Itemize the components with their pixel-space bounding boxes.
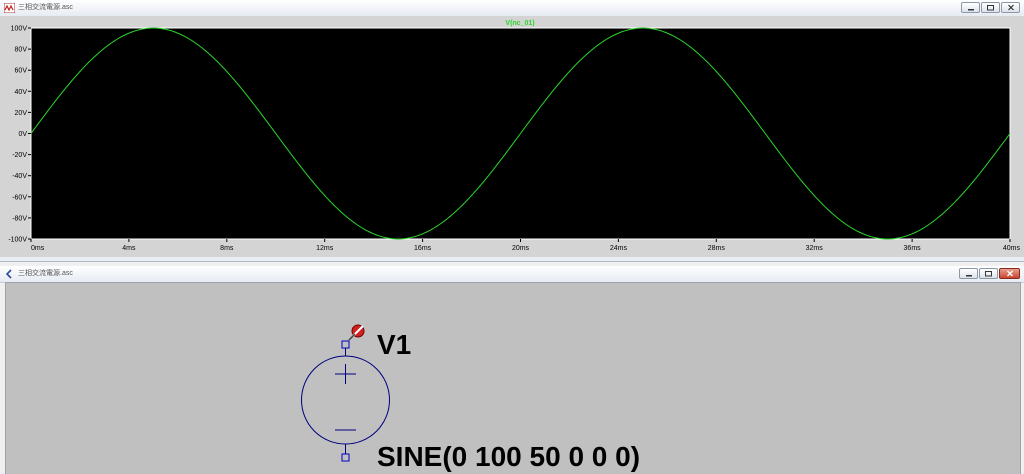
component-name-label[interactable]: V1 bbox=[377, 329, 411, 361]
top-terminal[interactable] bbox=[341, 340, 350, 349]
restore-icon bbox=[985, 271, 992, 277]
close-button[interactable] bbox=[1001, 2, 1020, 13]
y-tick-label: -20V bbox=[12, 152, 27, 159]
x-tick-label: 12ms bbox=[316, 245, 334, 252]
y-tick-label: 60V bbox=[15, 68, 28, 75]
y-tick-label: -40V bbox=[12, 173, 27, 180]
plot-window: 三相交流電源.asc V(nc_01) 100V 80V 60V 40V 20V 0V -2… bbox=[0, 0, 1024, 257]
y-tick-label: 20V bbox=[15, 110, 28, 117]
x-tick-label: 36ms bbox=[904, 245, 922, 252]
x-tick-label: 16ms bbox=[414, 245, 432, 252]
close-icon bbox=[1007, 4, 1014, 11]
y-tick-label: 100V bbox=[11, 26, 28, 33]
x-tick-label: 20ms bbox=[512, 245, 530, 252]
minimize-icon bbox=[965, 274, 972, 276]
close-icon bbox=[1006, 270, 1013, 277]
restore-button[interactable] bbox=[981, 2, 1000, 13]
schematic-restore-button[interactable] bbox=[979, 268, 998, 279]
schematic-minimize-button[interactable] bbox=[959, 268, 978, 279]
waveform-chart[interactable]: V(nc_01) 100V 80V 60V 40V 20V 0V -20V -40V -60V -… bbox=[0, 16, 1024, 257]
y-tick-label: 80V bbox=[15, 47, 28, 54]
y-tick-label: 0V bbox=[18, 131, 27, 138]
y-tick-label: -100V bbox=[8, 237, 27, 244]
probe-cursor-icon bbox=[348, 324, 365, 341]
schematic-canvas[interactable]: V1 SINE(0 100 50 0 0 0) bbox=[5, 282, 1021, 474]
y-tick-label: -60V bbox=[12, 194, 27, 201]
x-tick-label: 8ms bbox=[220, 245, 234, 252]
minimize-icon bbox=[967, 8, 974, 10]
plus-symbol bbox=[335, 364, 356, 384]
waveform-app-icon bbox=[4, 3, 15, 13]
schematic-window: 三相交流電源.asc V1 SINE(0 100 50 0 0 0) bbox=[0, 261, 1024, 474]
plot-window-title: 三相交流電源.asc bbox=[18, 4, 73, 11]
x-tick-label: 28ms bbox=[708, 245, 726, 252]
plot-area[interactable]: V(nc_01) 100V 80V 60V 40V 20V 0V -20V -40V -60V -… bbox=[0, 16, 1024, 257]
y-tick-label: -80V bbox=[12, 215, 27, 222]
x-tick-label: 24ms bbox=[610, 245, 628, 252]
bottom-terminal[interactable] bbox=[341, 453, 350, 462]
x-tick-label: 4ms bbox=[122, 245, 136, 252]
schematic-window-title: 三相交流電源.asc bbox=[18, 270, 73, 277]
trace-label[interactable]: V(nc_01) bbox=[505, 20, 534, 27]
restore-icon bbox=[987, 5, 994, 11]
minimize-button[interactable] bbox=[961, 2, 980, 13]
schematic-window-titlebar[interactable]: 三相交流電源.asc bbox=[0, 266, 1024, 283]
x-tick-label: 32ms bbox=[806, 245, 824, 252]
x-tick-label: 0ms bbox=[31, 245, 45, 252]
component-value-label[interactable]: SINE(0 100 50 0 0 0) bbox=[377, 441, 640, 473]
x-tick-label: 40ms bbox=[1003, 245, 1021, 252]
schematic-app-icon bbox=[5, 269, 12, 279]
schematic-close-button[interactable] bbox=[999, 268, 1020, 279]
plot-window-titlebar[interactable]: 三相交流電源.asc bbox=[0, 0, 1024, 17]
y-tick-label: 40V bbox=[15, 89, 28, 96]
